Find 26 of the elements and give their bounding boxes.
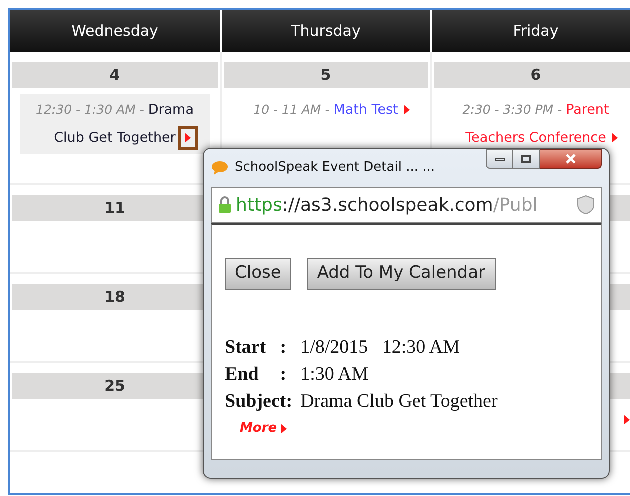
detail-label: End — [225, 363, 260, 387]
date-number: 25 — [104, 376, 126, 397]
event-text[interactable]: 10 - 11 AM - Math Test — [235, 96, 417, 124]
event-text[interactable]: 12:30 - 1:30 AM - Drama Club Get Together — [23, 96, 207, 152]
event-text[interactable]: 2:30 - 3:30 PM - Parent Teachers Conference — [445, 96, 627, 152]
detail-label: Start — [225, 336, 268, 360]
dialog-button[interactable]: Close — [225, 258, 292, 290]
date-number: 6 — [530, 64, 542, 86]
detail-value: Drama Club Get Together — [300, 390, 499, 414]
dialog-button[interactable]: Add To My Calendar — [307, 258, 496, 290]
column-header: Wednesday — [72, 20, 158, 42]
column-header: Thursday — [291, 20, 361, 42]
date-number: 5 — [320, 64, 332, 86]
more-link[interactable]: More — [240, 419, 278, 438]
date-number: 18 — [104, 286, 126, 308]
detail-label: Subject: — [225, 390, 293, 414]
date-number: 11 — [104, 198, 126, 219]
address-bar[interactable]: https://as3.schoolspeak.com/Publ — [211, 187, 602, 223]
date-number: 4 — [110, 64, 120, 86]
column-header: Friday — [513, 20, 559, 42]
detail-colon: : — [280, 363, 288, 387]
window-title: SchoolSpeak Event Detail ... ... — [235, 159, 436, 178]
detail-value: 1/8/2015 12:30 AM — [300, 336, 461, 360]
detail-colon: : — [280, 336, 288, 360]
detail-value: 1:30 AM — [300, 363, 370, 387]
url-text: https://as3.schoolspeak.com/Publ — [236, 194, 538, 218]
